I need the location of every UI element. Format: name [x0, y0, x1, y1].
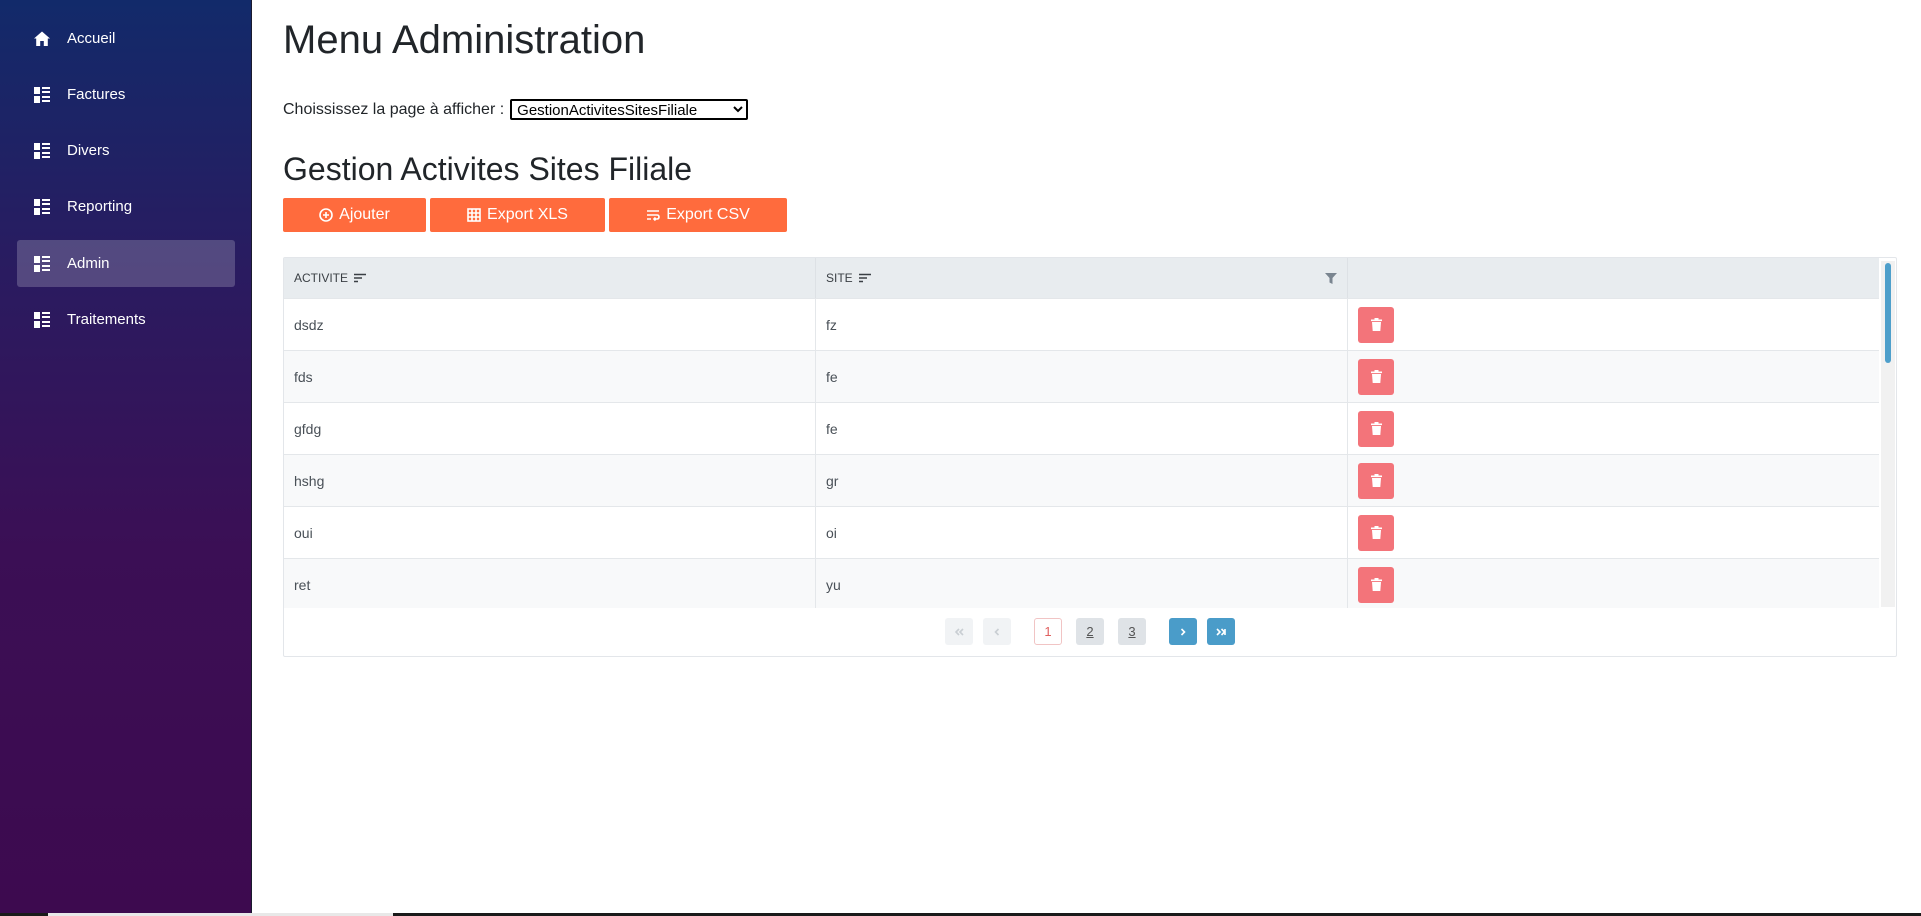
page-button-1[interactable]: 1 [1034, 618, 1062, 645]
page-select[interactable]: GestionActivitesSitesFiliale [510, 99, 749, 120]
trash-icon [1370, 422, 1382, 435]
sidebar-item-factures[interactable]: Factures [17, 71, 235, 118]
cell-activite: dsdz [284, 299, 816, 350]
cell-site: oi [816, 507, 1348, 558]
filter-icon[interactable] [1325, 273, 1337, 284]
column-header-label: ACTIVITE [294, 271, 349, 285]
trash-icon [1370, 526, 1382, 539]
cell-site: fe [816, 403, 1348, 454]
cell-actions [1348, 507, 1878, 558]
column-header-site[interactable]: SITE [816, 258, 1348, 298]
list-icon [32, 86, 52, 104]
table-row: oui oi [284, 506, 1879, 558]
sidebar-item-label: Reporting [67, 198, 133, 215]
sort-icon[interactable] [858, 273, 871, 283]
sidebar-item-label: Accueil [67, 30, 116, 47]
trash-icon [1370, 474, 1382, 487]
table-scroll-area[interactable]: ACTIVITE SITE dsdz fz fds fe gfdg fe hsh… [284, 258, 1879, 608]
cell-site: fz [816, 299, 1348, 350]
sidebar-item-traitements[interactable]: Traitements [17, 296, 235, 343]
cell-activite: fds [284, 351, 816, 402]
export-xls-button-label: Export XLS [487, 206, 568, 223]
sidebar-item-admin[interactable]: Admin [17, 240, 235, 287]
table-row: gfdg fe [284, 402, 1879, 454]
add-button[interactable]: Ajouter [283, 198, 426, 232]
page-title: Menu Administration [283, 18, 646, 62]
column-header-label: SITE [826, 271, 853, 285]
plus-circle-icon [319, 208, 333, 222]
column-header-actions [1348, 258, 1878, 298]
cell-activite: gfdg [284, 403, 816, 454]
cell-actions [1348, 455, 1878, 506]
export-csv-button[interactable]: Export CSV [609, 198, 787, 232]
cell-site: fe [816, 351, 1348, 402]
wrap-text-icon [647, 210, 661, 222]
delete-button[interactable] [1358, 358, 1394, 395]
sort-icon[interactable] [354, 273, 367, 283]
prev-page-button[interactable] [983, 618, 1011, 645]
sidebar-item-label: Divers [67, 142, 110, 159]
cell-activite: hshg [284, 455, 816, 506]
trash-icon [1370, 578, 1382, 591]
page-chooser-label: Choississez la page à afficher : [283, 100, 505, 118]
export-csv-button-label: Export CSV [666, 206, 750, 223]
sidebar-item-label: Admin [67, 255, 110, 272]
table-body: dsdz fz fds fe gfdg fe hshg gr oui oi re… [284, 298, 1879, 608]
trash-icon [1370, 318, 1382, 331]
delete-button[interactable] [1358, 462, 1394, 499]
trash-icon [1370, 370, 1382, 383]
column-header-activite[interactable]: ACTIVITE [284, 258, 816, 298]
home-icon [32, 30, 52, 48]
cell-actions [1348, 351, 1878, 402]
toolbar: Ajouter Export XLS Export CSV [283, 198, 787, 232]
last-page-button[interactable] [1207, 618, 1235, 645]
list-icon [32, 142, 52, 160]
export-xls-button[interactable]: Export XLS [430, 198, 605, 232]
sidebar-item-label: Factures [67, 86, 126, 103]
table-row: ret yu [284, 558, 1879, 608]
chevrons-left-icon [954, 627, 964, 636]
chevron-left-icon [994, 627, 1000, 636]
cell-actions [1348, 299, 1878, 350]
vertical-scrollbar[interactable] [1881, 261, 1895, 607]
list-icon [32, 311, 52, 329]
delete-button[interactable] [1358, 410, 1394, 447]
delete-button[interactable] [1358, 306, 1394, 343]
table-row: fds fe [284, 350, 1879, 402]
table-row: dsdz fz [284, 298, 1879, 350]
cell-actions [1348, 559, 1878, 608]
data-table: ACTIVITE SITE dsdz fz fds fe gfdg fe hsh… [283, 257, 1897, 657]
list-icon [32, 198, 52, 216]
chevron-right-icon [1180, 627, 1186, 636]
next-page-button[interactable] [1169, 618, 1197, 645]
table-header: ACTIVITE SITE [284, 258, 1879, 298]
delete-button[interactable] [1358, 566, 1394, 603]
table-row: hshg gr [284, 454, 1879, 506]
sidebar-item-label: Traitements [67, 311, 146, 328]
chevrons-right-icon [1216, 627, 1226, 636]
cell-site: gr [816, 455, 1348, 506]
scrollbar-thumb[interactable] [1885, 263, 1891, 363]
cell-activite: oui [284, 507, 816, 558]
list-icon [32, 255, 52, 273]
add-button-label: Ajouter [339, 206, 390, 223]
sidebar-item-accueil[interactable]: Accueil [17, 15, 235, 62]
paginator: 1 2 3 [284, 618, 1896, 648]
cell-site: yu [816, 559, 1348, 608]
sidebar: Accueil Factures Divers Reporting Admin … [0, 0, 252, 913]
sidebar-item-divers[interactable]: Divers [17, 127, 235, 174]
cell-activite: ret [284, 559, 816, 608]
sidebar-item-reporting[interactable]: Reporting [17, 183, 235, 230]
page-chooser: Choississez la page à afficher : Gestion… [283, 99, 749, 120]
cell-actions [1348, 403, 1878, 454]
delete-button[interactable] [1358, 514, 1394, 551]
page-button-2[interactable]: 2 [1076, 618, 1104, 645]
section-title: Gestion Activites Sites Filiale [283, 151, 693, 187]
table-icon [467, 208, 481, 222]
page-button-3[interactable]: 3 [1118, 618, 1146, 645]
first-page-button[interactable] [945, 618, 973, 645]
